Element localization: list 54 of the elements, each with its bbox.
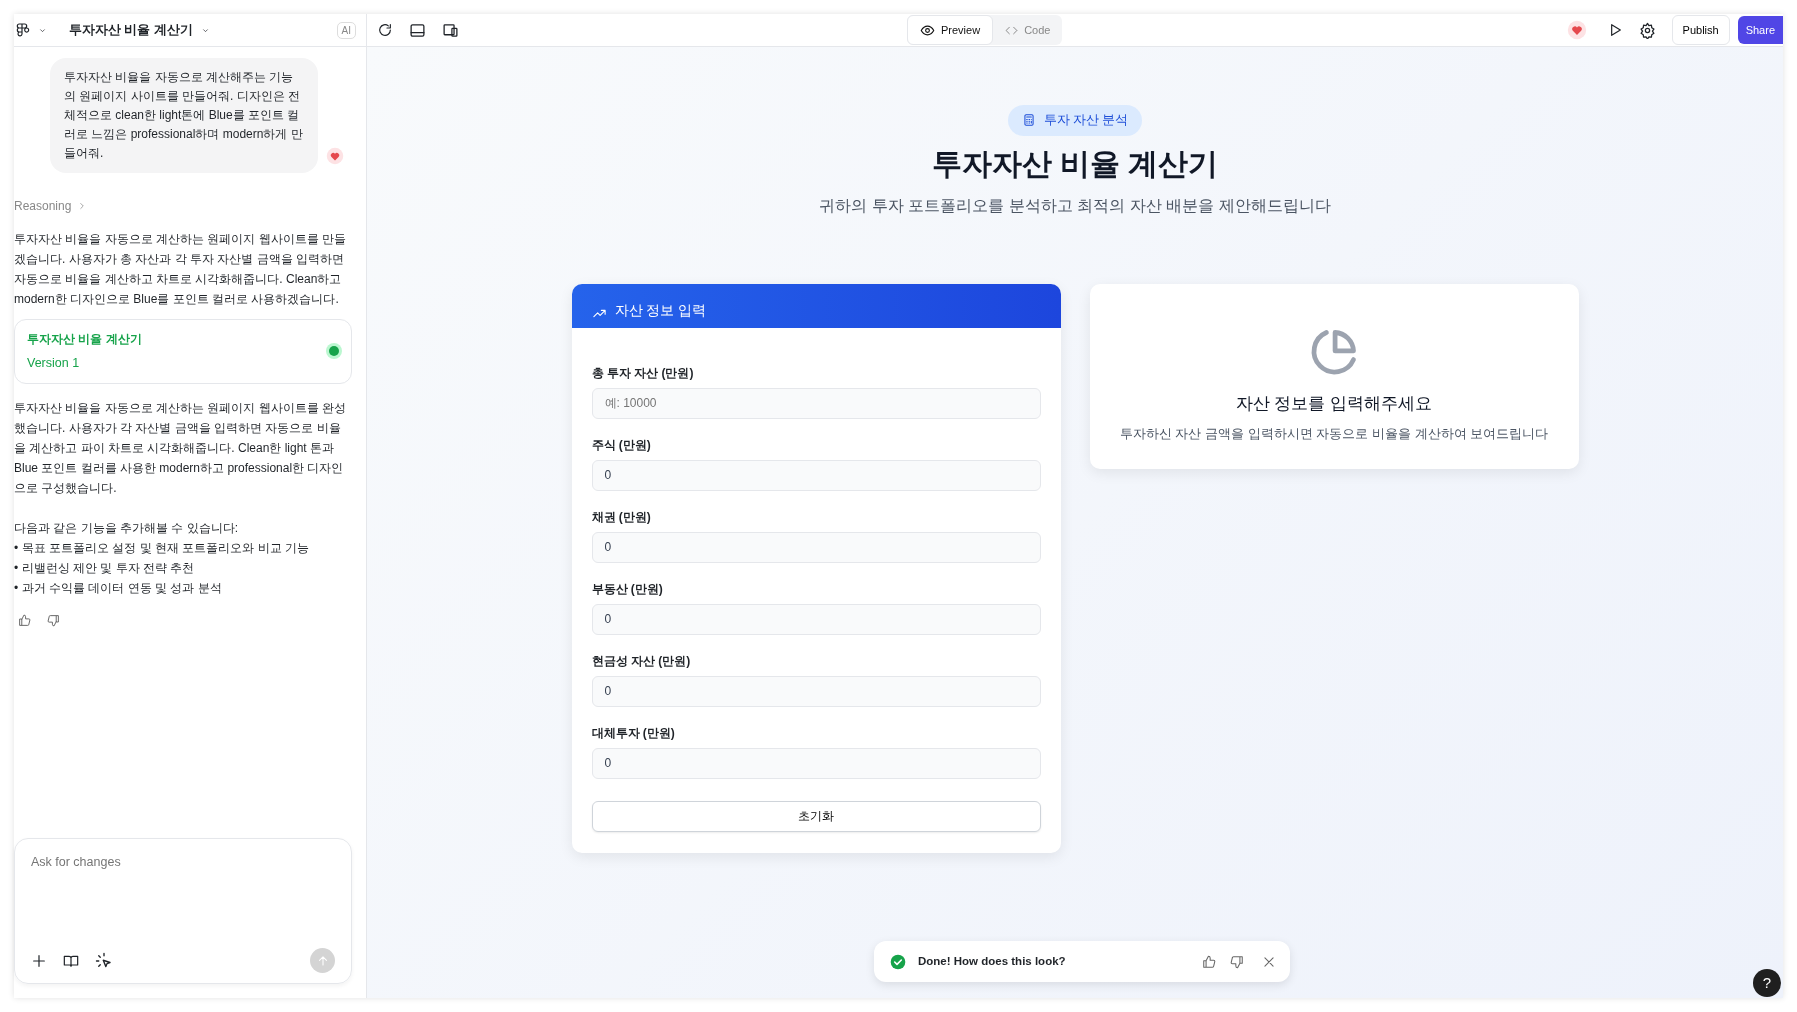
page-subtitle: 귀하의 투자 포트폴리오를 분석하고 최적의 자산 배분을 제안해드립니다: [819, 195, 1331, 216]
panel-icon[interactable]: [409, 21, 426, 39]
calculator-icon: [1021, 113, 1036, 128]
field-label: 주식 (만원): [591, 436, 652, 454]
thumbs-up-icon[interactable]: [18, 613, 31, 627]
input-field[interactable]: 0: [591, 675, 1041, 707]
message-text: 투자자산 비율을 자동으로 계산하는 원페이지 웹사이트를 완성했습니다. 사용자가 각 자산별 금액을 입력하면 자동으로 비율을 계산하고 파이 차트로 시각화해줍니다. Clean한 light 톤과 Blue 포인트 컬러를 사용한 modern하고 professional한 디자인으로 구성했습니다.: [14, 399, 347, 497]
help-button[interactable]: ?: [1753, 969, 1781, 997]
close-icon[interactable]: [1262, 954, 1276, 969]
list-item: • 리밸런싱 제안 및 투자 전략 추천: [14, 559, 196, 577]
field-label: 채권 (만원): [591, 508, 652, 526]
thumbs-up-icon[interactable]: [1202, 954, 1216, 969]
message-text: 투자자산 비율을 자동으로 계산하는 원페이지 웹사이트를 만들겠습니다. 사용자가 총 자산과 각 투자 자산별 금액을 입력하면 자동으로 비율을 계산하고 차트로 시각화해줍니다. Clean하고 modern한 디자인으로 Blue를 포인트 컬러로 사용하겠습니다.: [14, 231, 347, 308]
plus-icon[interactable]: [31, 952, 47, 969]
ai-badge[interactable]: AI: [336, 21, 356, 39]
share-button[interactable]: Share: [1737, 15, 1783, 45]
artifact-title: 투자자산 비율 계산기: [27, 331, 142, 348]
thumbs-down-icon[interactable]: [47, 613, 60, 627]
toast-message: Done! How does this look?: [918, 953, 1067, 969]
eye-icon: [920, 22, 935, 38]
empty-state-title: 자산 정보를 입력해주세요: [1235, 392, 1433, 415]
user-message: 투자자산 비율을 자동으로 계산해주는 기능의 원페이지 사이트를 만들어줘. 디자인은 전체적으로 clean한 light톤에 Blue를 포인트 컬러로 느낌은 professional하며 modern하게 만들어줘.: [50, 58, 318, 173]
project-title: 투자자산 비율 계산기: [69, 21, 193, 39]
input-field[interactable]: 예: 10000: [591, 387, 1041, 419]
settings-icon[interactable]: [1638, 21, 1656, 39]
input-field[interactable]: 0: [591, 603, 1041, 635]
view-tab[interactable]: Preview: [907, 14, 994, 46]
field-label: 현금성 자산 (만원): [591, 652, 692, 670]
form-card-title: 자산 정보 입력: [614, 301, 706, 320]
refresh-icon[interactable]: [377, 22, 393, 38]
input-field[interactable]: 0: [591, 747, 1041, 779]
category-badge: 투자 자산 분석: [1007, 105, 1143, 136]
check-circle-icon: [890, 953, 906, 970]
message-text: 다음과 같은 기능을 추가해볼 수 있습니다:: [14, 519, 239, 537]
input-field[interactable]: 0: [591, 531, 1041, 563]
field-label: 대체투자 (만원): [591, 724, 676, 742]
thumbs-down-icon[interactable]: [1230, 954, 1244, 969]
list-item: • 목표 포트폴리오 설정 및 현재 포트폴리오와 비교 기능: [14, 539, 310, 557]
logo-icon[interactable]: [14, 22, 30, 38]
list-item: • 과거 수익률 데이터 연동 및 성과 분석: [14, 579, 223, 597]
empty-state-text: 투자하신 자산 금액을 입력하시면 자동으로 비율을 계산하여 보여드립니다: [1119, 425, 1549, 444]
publish-button[interactable]: Publish: [1671, 14, 1730, 46]
field-label: 부동산 (만원): [591, 580, 664, 598]
reasoning-toggle[interactable]: Reasoning: [14, 197, 88, 215]
heart-avatar-icon: [326, 146, 344, 165]
status-dot: [329, 346, 339, 357]
page-title: 투자자산 비율 계산기: [931, 145, 1219, 182]
heart-avatar-icon[interactable]: [1566, 20, 1587, 40]
field-label: 총 투자 자산 (만원): [591, 364, 695, 382]
reset-button[interactable]: 초기화: [591, 800, 1041, 832]
sparkle-cursor-icon[interactable]: [95, 951, 113, 970]
devices-icon[interactable]: [442, 21, 459, 39]
input-field[interactable]: 0: [591, 459, 1041, 491]
version-label: Version 1: [27, 355, 81, 372]
